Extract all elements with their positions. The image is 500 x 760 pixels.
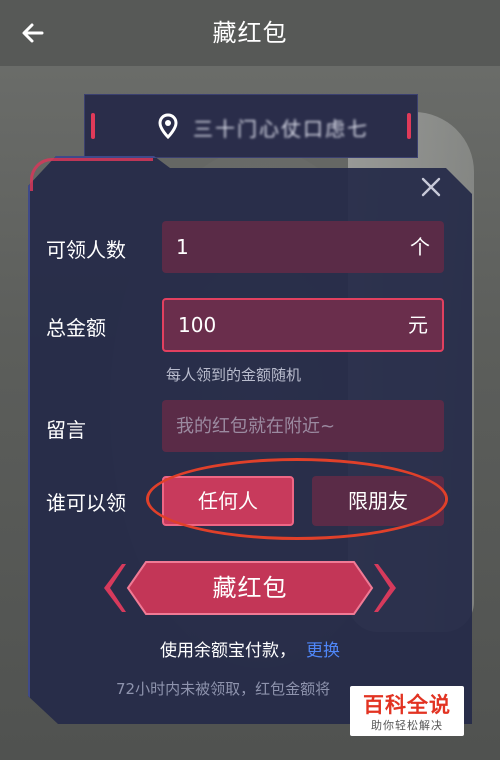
recipients-label: 可领人数: [46, 238, 126, 262]
watermark-logo: 百科全说 助你轻松解决: [350, 686, 464, 736]
close-icon: [421, 177, 441, 197]
top-navigation-bar: 藏红包: [0, 0, 500, 66]
watermark-title: 百科全说: [363, 693, 451, 717]
close-button[interactable]: [416, 172, 446, 202]
payment-method-line: 使用余额宝付款， 更换: [0, 636, 500, 661]
hide-red-packet-button[interactable]: 藏红包: [104, 558, 396, 618]
location-bar-right-edge: [407, 113, 411, 139]
who-can-claim-label: 谁可以领: [46, 491, 126, 515]
amount-unit: 元: [408, 313, 428, 337]
recipients-input[interactable]: 1 个: [162, 221, 444, 273]
amount-label: 总金额: [46, 316, 106, 340]
amount-input[interactable]: 100 元: [162, 298, 444, 352]
amount-hint: 每人领到的金额随机: [166, 366, 302, 384]
payment-method-text: 使用余额宝付款，: [160, 641, 296, 661]
location-bar[interactable]: 三十门心仗口虑七: [84, 94, 418, 158]
location-text: 三十门心仗口虑七: [193, 117, 369, 141]
location-pin-icon: [158, 113, 178, 139]
submit-button-label: 藏红包: [212, 574, 288, 602]
expiry-notice: 72小时内未被领取，红包金额将: [116, 680, 331, 698]
location-bar-left-edge: [91, 113, 95, 139]
panel-corner-accent: [30, 158, 153, 191]
annotation-circle: [146, 458, 448, 540]
amount-value: 100: [178, 313, 217, 337]
message-label: 留言: [46, 418, 86, 442]
change-payment-link[interactable]: 更换: [306, 641, 340, 661]
message-input[interactable]: [162, 400, 444, 452]
message-field[interactable]: [162, 400, 444, 452]
recipients-value: 1: [176, 235, 189, 259]
page-title: 藏红包: [212, 19, 288, 47]
recipients-unit: 个: [410, 235, 430, 259]
watermark-subtitle: 助你轻松解决: [371, 719, 443, 732]
